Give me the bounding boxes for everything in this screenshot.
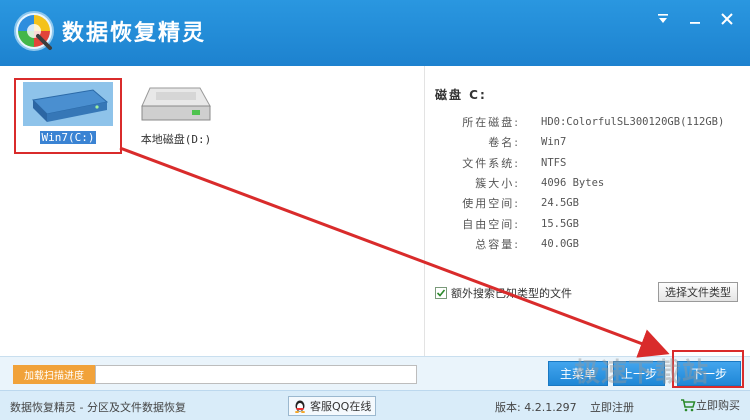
select-file-type-button[interactable]: 选择文件类型 (658, 282, 738, 302)
qq-service-button[interactable]: 客服QQ在线 (288, 396, 377, 416)
buy-label: 立即购买 (696, 399, 740, 412)
previous-step-button[interactable]: 上一步 (613, 361, 665, 386)
qq-service-label: 客服QQ在线 (310, 400, 372, 413)
hard-drive-gray-icon (126, 82, 226, 126)
action-bar: 加载扫描进度 主菜单 上一步 下一步 (0, 356, 750, 390)
disk-list-panel: Win7(C:) 本地磁盘(D:) (0, 66, 425, 356)
main-menu-button[interactable]: 主菜单 (548, 361, 608, 386)
info-value: 24.5GB (541, 197, 579, 210)
app-title: 数据恢复精灵 (62, 21, 207, 46)
title-bar: 数据恢复精灵 (0, 0, 750, 66)
info-row-free: 自由空间: 15.5GB (455, 213, 724, 233)
shopping-cart-icon (681, 399, 696, 412)
next-button-highlight-frame (672, 350, 744, 388)
version-label: 版本: 4.2.1.297 (495, 401, 577, 414)
status-bar: 数据恢复精灵 - 分区及文件数据恢复 客服QQ在线 版本: 4.2.1.297 … (0, 390, 750, 420)
info-row-used: 使用空间: 24.5GB (455, 193, 724, 213)
info-value: Win7 (541, 136, 567, 149)
selection-highlight-frame (14, 78, 122, 154)
info-row-volume: 卷名: Win7 (455, 132, 724, 152)
info-value: 40.0GB (541, 237, 579, 250)
close-icon[interactable] (718, 10, 736, 28)
buy-link[interactable]: 立即购买 (680, 397, 740, 413)
info-key: 文件系统: (462, 156, 520, 170)
extra-scan-label: 额外搜索已知类型的文件 (451, 287, 572, 300)
disk-info-title: 磁盘 C: (435, 88, 487, 102)
info-row-filesystem: 文件系统: NTFS (455, 153, 724, 173)
info-key: 使用空间: (462, 197, 520, 211)
info-key: 所在磁盘: (462, 116, 520, 130)
info-key: 自由空间: (462, 217, 520, 231)
register-link[interactable]: 立即注册 (590, 399, 634, 415)
info-row-disk: 所在磁盘: HD0:ColorfulSL300120GB(112GB) (455, 112, 724, 132)
info-key: 簇大小: (475, 177, 520, 191)
minimize-icon[interactable] (686, 10, 704, 28)
info-key: 总容量: (475, 237, 520, 251)
info-value: HD0:ColorfulSL300120GB(112GB) (541, 116, 725, 129)
extra-scan-checkbox[interactable] (435, 287, 447, 299)
dropdown-menu-icon[interactable] (654, 10, 672, 28)
qq-penguin-icon (295, 400, 305, 413)
info-value: 4096 Bytes (541, 177, 605, 190)
app-logo-icon (12, 9, 56, 53)
info-value: NTFS (541, 156, 567, 169)
disk-item-local-d[interactable]: 本地磁盘(D:) (126, 82, 226, 147)
info-key: 卷名: (488, 136, 520, 150)
app-description: 数据恢复精灵 - 分区及文件数据恢复 (10, 401, 186, 414)
load-scan-progress-button[interactable]: 加载扫描进度 (13, 365, 95, 384)
scan-progress-field (95, 365, 417, 384)
info-row-cluster: 簇大小: 4096 Bytes (455, 173, 724, 193)
info-value: 15.5GB (541, 217, 579, 230)
info-row-total: 总容量: 40.0GB (455, 234, 724, 254)
disk-info-panel: 磁盘 C: 所在磁盘: HD0:ColorfulSL300120GB(112GB… (425, 66, 750, 356)
extra-scan-option[interactable]: 额外搜索已知类型的文件 (435, 285, 572, 301)
disk-label: 本地磁盘(D:) (140, 133, 212, 146)
